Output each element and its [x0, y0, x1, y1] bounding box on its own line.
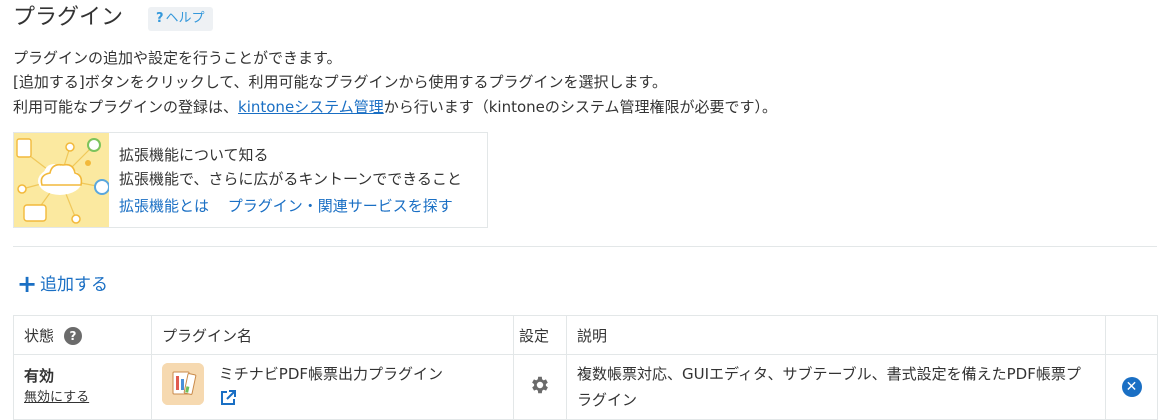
- settings-cell: [513, 354, 567, 420]
- section-divider: [13, 246, 1157, 247]
- plugin-name-cell: ミチナビPDF帳票出力プラグイン: [151, 354, 514, 420]
- plugin-logo-icon: [162, 363, 204, 405]
- network-cloud-icon: [14, 133, 109, 227]
- add-plugin-label: 追加する: [40, 275, 108, 295]
- actions-column-header: [1105, 315, 1158, 355]
- disable-plugin-link[interactable]: 無効にする: [24, 387, 141, 409]
- description-line-1: プラグインの追加や設定を行うことができます。: [13, 49, 342, 67]
- table-row: 有効 無効にする ミチナビPDF帳票出力プラグイン 複数帳票対応、GUIエディタ…: [13, 354, 1158, 420]
- extension-illustration: [14, 133, 109, 227]
- gear-icon[interactable]: [529, 374, 551, 400]
- settings-column-header: 設定: [513, 315, 567, 355]
- about-extensions-link[interactable]: 拡張機能とは: [119, 197, 209, 215]
- name-column-header: プラグイン名: [151, 315, 514, 355]
- description-line-3-prefix: 利用可能なプラグインの登録は、: [13, 98, 239, 116]
- status-cell: 有効 無効にする: [13, 354, 152, 420]
- plugin-description-cell: 複数帳票対応、GUIエディタ、サブテーブル、書式設定を備えたPDF帳票プラグイン: [566, 354, 1106, 420]
- page-title: プラグイン: [13, 5, 124, 30]
- status-value: 有効: [24, 367, 55, 385]
- remove-plugin-icon[interactable]: ✕: [1121, 377, 1142, 397]
- status-header-label: 状態: [24, 326, 55, 345]
- system-admin-link[interactable]: kintoneシステム管理: [238, 98, 384, 116]
- description-line-3: 利用可能なプラグインの登録は、kintoneシステム管理から行います（kinto…: [13, 95, 777, 119]
- plus-icon: +: [17, 270, 38, 298]
- external-link-icon[interactable]: [219, 389, 237, 411]
- description-column-header: 説明: [566, 315, 1106, 355]
- extension-links: 拡張機能とは プラグイン・関連サービスを探す: [119, 194, 453, 218]
- plugins-table: 状態? プラグイン名 設定 説明 有効 無効にする ミチナビPDF帳票出力プラグ…: [13, 315, 1158, 420]
- status-help-icon[interactable]: ?: [64, 326, 83, 345]
- help-button[interactable]: ? ヘルプ: [148, 7, 213, 31]
- help-question-icon: ?: [156, 11, 164, 26]
- status-column-header: 状態?: [13, 315, 152, 355]
- plugin-name: ミチナビPDF帳票出力プラグイン: [218, 365, 444, 383]
- search-plugins-link[interactable]: プラグイン・関連サービスを探す: [228, 197, 453, 215]
- remove-cell: ✕: [1105, 354, 1158, 420]
- help-label: ヘルプ: [165, 11, 205, 26]
- add-plugin-button[interactable]: + 追加する: [17, 270, 108, 298]
- description-line-3-suffix: から行います（kintoneのシステム管理権限が必要です）。: [383, 98, 777, 116]
- extension-info-box: 拡張機能について知る 拡張機能で、さらに広がるキントーンでできること 拡張機能と…: [13, 132, 488, 228]
- description-line-2: [追加する]ボタンをクリックして、利用可能なプラグインから使用するプラグインを選…: [13, 73, 668, 91]
- extension-subtext: 拡張機能で、さらに広がるキントーンでできること: [119, 170, 462, 188]
- plugin-name-block: ミチナビPDF帳票出力プラグイン: [219, 363, 443, 411]
- extension-heading: 拡張機能について知る: [119, 146, 269, 164]
- table-header-row: 状態? プラグイン名 設定 説明: [13, 315, 1158, 355]
